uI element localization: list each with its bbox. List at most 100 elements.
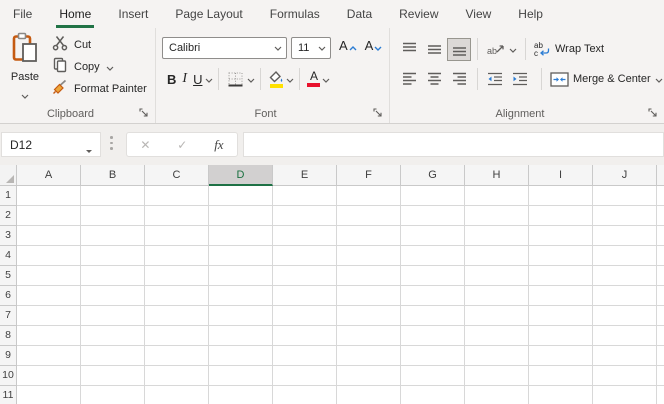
cell-I3[interactable] — [529, 226, 593, 246]
cell-I2[interactable] — [529, 206, 593, 226]
cell-C9[interactable] — [145, 346, 209, 366]
cell-F1[interactable] — [337, 186, 401, 206]
top-align-button[interactable] — [397, 38, 421, 61]
cell-B1[interactable] — [81, 186, 145, 206]
cell-I5[interactable] — [529, 266, 593, 286]
cell-G1[interactable] — [401, 186, 465, 206]
cell-E6[interactable] — [273, 286, 337, 306]
tab-insert[interactable]: Insert — [118, 0, 148, 28]
cell-H1[interactable] — [465, 186, 529, 206]
cell-J1[interactable] — [593, 186, 657, 206]
cell-F8[interactable] — [337, 326, 401, 346]
cell-D11[interactable] — [209, 386, 273, 404]
cell-G4[interactable] — [401, 246, 465, 266]
column-header-E[interactable]: E — [273, 165, 337, 186]
formula-bar-grip[interactable] — [110, 136, 113, 150]
middle-align-button[interactable] — [422, 38, 446, 61]
tab-review[interactable]: Review — [399, 0, 438, 28]
cell-C2[interactable] — [145, 206, 209, 226]
cell-A2[interactable] — [17, 206, 81, 226]
cell-D7[interactable] — [209, 306, 273, 326]
cell-B11[interactable] — [81, 386, 145, 404]
cell-H2[interactable] — [465, 206, 529, 226]
column-header-I[interactable]: I — [529, 165, 593, 186]
cell-I11[interactable] — [529, 386, 593, 404]
font-color-button[interactable]: A — [305, 68, 322, 90]
cell-E8[interactable] — [273, 326, 337, 346]
cell-J5[interactable] — [593, 266, 657, 286]
cell-J2[interactable] — [593, 206, 657, 226]
cell-G5[interactable] — [401, 266, 465, 286]
column-header-J[interactable]: J — [593, 165, 657, 186]
cell-A10[interactable] — [17, 366, 81, 386]
paste-chevron-icon[interactable] — [21, 86, 29, 104]
row-header-9[interactable]: 9 — [0, 346, 17, 366]
cell-C10[interactable] — [145, 366, 209, 386]
cell-H5[interactable] — [465, 266, 529, 286]
cell-C6[interactable] — [145, 286, 209, 306]
cell-I4[interactable] — [529, 246, 593, 266]
cell-H8[interactable] — [465, 326, 529, 346]
cell-J4[interactable] — [593, 246, 657, 266]
cell-F7[interactable] — [337, 306, 401, 326]
cell-B6[interactable] — [81, 286, 145, 306]
italic-button[interactable]: I — [179, 68, 190, 90]
increase-indent-button[interactable] — [508, 68, 532, 91]
bold-button[interactable]: B — [164, 68, 179, 90]
cell-C8[interactable] — [145, 326, 209, 346]
cell-E5[interactable] — [273, 266, 337, 286]
row-header-7[interactable]: 7 — [0, 306, 17, 326]
align-right-button[interactable] — [447, 68, 471, 91]
cell-H4[interactable] — [465, 246, 529, 266]
cell-B9[interactable] — [81, 346, 145, 366]
cell-A8[interactable] — [17, 326, 81, 346]
cell-F2[interactable] — [337, 206, 401, 226]
tab-view[interactable]: View — [466, 0, 492, 28]
cancel-icon[interactable]: ✕ — [140, 138, 150, 152]
cell-B4[interactable] — [81, 246, 145, 266]
cell-H7[interactable] — [465, 306, 529, 326]
font-color-chevron-icon[interactable] — [322, 70, 330, 88]
tab-data[interactable]: Data — [347, 0, 372, 28]
tab-formulas[interactable]: Formulas — [270, 0, 320, 28]
format-painter-button[interactable]: Format Painter — [52, 79, 147, 99]
cell-B2[interactable] — [81, 206, 145, 226]
decrease-indent-button[interactable] — [483, 68, 507, 91]
cell-H9[interactable] — [465, 346, 529, 366]
fill-color-button[interactable] — [266, 68, 286, 90]
cell-C7[interactable] — [145, 306, 209, 326]
tab-help[interactable]: Help — [518, 0, 543, 28]
tab-page-layout[interactable]: Page Layout — [175, 0, 242, 28]
cell-J8[interactable] — [593, 326, 657, 346]
cell-B3[interactable] — [81, 226, 145, 246]
cell-G10[interactable] — [401, 366, 465, 386]
cell-E7[interactable] — [273, 306, 337, 326]
cell-A11[interactable] — [17, 386, 81, 404]
column-header-C[interactable]: C — [145, 165, 209, 186]
column-header-A[interactable]: A — [17, 165, 81, 186]
cell-G8[interactable] — [401, 326, 465, 346]
increase-font-size-button[interactable]: A — [339, 38, 357, 58]
cell-E3[interactable] — [273, 226, 337, 246]
cell-B7[interactable] — [81, 306, 145, 326]
copy-chevron-icon[interactable] — [106, 58, 114, 76]
cell-D1[interactable] — [209, 186, 273, 206]
cell-G11[interactable] — [401, 386, 465, 404]
cell-D6[interactable] — [209, 286, 273, 306]
row-header-6[interactable]: 6 — [0, 286, 17, 306]
alignment-dialog-launcher[interactable] — [647, 107, 659, 119]
cell-J11[interactable] — [593, 386, 657, 404]
tab-file[interactable]: File — [13, 0, 32, 28]
cell-C4[interactable] — [145, 246, 209, 266]
cell-A1[interactable] — [17, 186, 81, 206]
column-header-H[interactable]: H — [465, 165, 529, 186]
cell-D4[interactable] — [209, 246, 273, 266]
cell-D3[interactable] — [209, 226, 273, 246]
borders-button[interactable] — [224, 68, 247, 90]
cell-B8[interactable] — [81, 326, 145, 346]
cell-D5[interactable] — [209, 266, 273, 286]
cell-J10[interactable] — [593, 366, 657, 386]
name-box[interactable]: D12 — [1, 132, 101, 157]
cell-F5[interactable] — [337, 266, 401, 286]
column-header-B[interactable]: B — [81, 165, 145, 186]
